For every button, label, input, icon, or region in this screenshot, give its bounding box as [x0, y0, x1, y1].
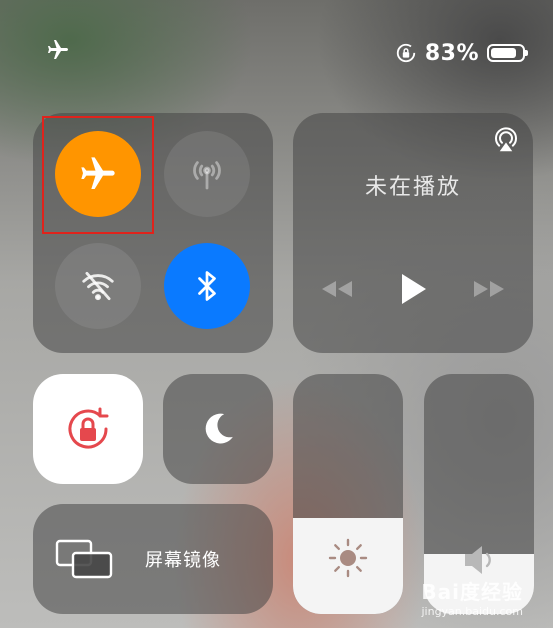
battery-icon [487, 44, 528, 62]
rotation-lock-icon [68, 407, 109, 449]
play-icon [402, 274, 426, 304]
watermark: Bai度经验 jingyan.baidu.com [421, 576, 523, 618]
orientation-lock-icon [396, 43, 415, 63]
speaker-icon [465, 546, 491, 574]
screen-mirroring-label: 屏幕镜像 [145, 550, 221, 571]
do-not-disturb-toggle[interactable] [163, 374, 273, 484]
orientation-lock-toggle[interactable] [33, 374, 143, 484]
airplay-audio-icon[interactable] [491, 125, 521, 155]
cellular-data-toggle[interactable] [164, 131, 250, 217]
cellular-antenna-icon [193, 161, 221, 190]
now-playing-module[interactable]: 未在播放 [293, 113, 533, 353]
wifi-off-icon [82, 271, 114, 301]
bluetooth-toggle[interactable] [164, 243, 250, 329]
now-playing-status: 未在播放 [364, 175, 461, 200]
status-bar-right: 83% [395, 38, 528, 68]
brightness-slider[interactable] [293, 374, 403, 614]
battery-percent: 83% [424, 40, 479, 66]
airplane-mode-icon [48, 40, 68, 59]
bluetooth-icon [198, 271, 216, 301]
connectivity-module [33, 113, 273, 353]
play-button[interactable] [393, 269, 433, 309]
playback-controls [293, 269, 533, 309]
status-bar-left [46, 38, 70, 68]
fast-forward-button[interactable] [469, 269, 509, 309]
sun-icon [328, 538, 368, 578]
watermark-url: jingyan.baidu.com [421, 605, 523, 618]
wifi-toggle[interactable] [55, 243, 141, 329]
rewind-icon [322, 281, 352, 297]
rewind-button[interactable] [317, 269, 357, 309]
highlight-annotation [42, 116, 154, 234]
watermark-brand: Bai度经验 [421, 580, 523, 604]
screen-mirroring-button[interactable]: 屏幕镜像 [33, 504, 273, 614]
fast-forward-icon [474, 281, 504, 297]
battery-level [491, 48, 516, 58]
moon-icon [205, 413, 233, 444]
screen-mirroring-icon [55, 539, 113, 579]
